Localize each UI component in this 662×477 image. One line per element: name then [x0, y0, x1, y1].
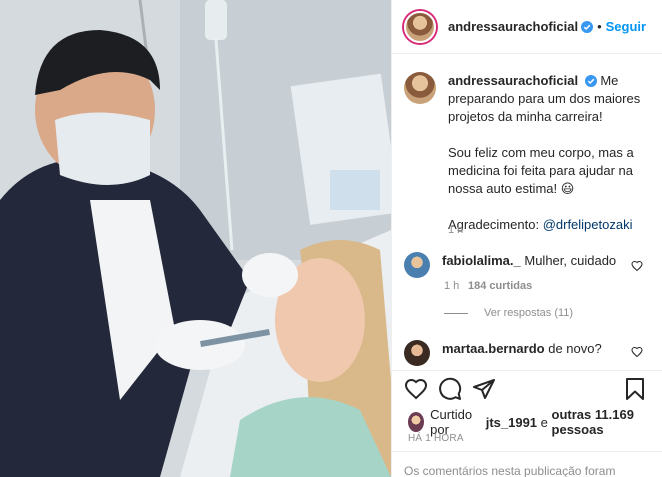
caption-avatar[interactable]	[404, 72, 436, 104]
likes-others[interactable]: outras 11.169 pessoas	[552, 407, 662, 437]
action-icons	[404, 377, 496, 401]
comment-username[interactable]: martaa.bernardo	[442, 341, 545, 356]
caption-emoji: 😃	[560, 181, 575, 196]
caption-row: andressaurachoficial Me preparando para …	[404, 72, 654, 234]
replies-divider	[444, 312, 468, 314]
comment-body: de novo?	[548, 341, 602, 356]
post-side-panel: andressaurachoficial • Seguir andressaur…	[391, 0, 662, 477]
save-button[interactable]	[623, 377, 647, 404]
header-separator: •	[597, 19, 602, 34]
comment-row: martaa.bernardo de novo?	[404, 340, 654, 366]
comment-row: fabiolalima._ Mulher, cuidado	[404, 252, 654, 278]
like-heart-icon[interactable]	[404, 377, 428, 401]
comment-body: Mulher, cuidado	[524, 253, 617, 268]
follow-button[interactable]: Seguir	[606, 19, 646, 34]
comment-text: martaa.bernardo de novo?	[442, 340, 602, 366]
comments-limited-notice: Os comentários nesta publicação foram li…	[392, 451, 662, 477]
post-actions: Curtido por jts_1991 e outras 11.169 pes…	[392, 370, 662, 477]
comment-like-heart-icon[interactable]	[631, 260, 643, 272]
post-photo[interactable]	[0, 0, 391, 477]
comment-time[interactable]: 1 h	[444, 280, 459, 292]
commenter-avatar[interactable]	[404, 340, 430, 366]
share-paper-plane-icon[interactable]	[472, 377, 496, 401]
caption-username[interactable]: andressaurachoficial	[448, 73, 578, 88]
post-timestamp[interactable]: HÁ 1 HORA	[408, 433, 464, 444]
verified-badge-icon	[581, 20, 594, 33]
post-header: andressaurachoficial • Seguir	[392, 0, 662, 54]
caption-line-2: Sou feliz com meu corpo, mas a medicina …	[448, 145, 634, 196]
comment-text: fabiolalima._ Mulher, cuidado	[442, 252, 616, 278]
post-photo-illustration	[0, 0, 391, 477]
comment-bubble-icon[interactable]	[438, 377, 462, 401]
thanks-mention-link[interactable]: @drfelipetozaki	[543, 217, 633, 232]
likes-user[interactable]: jts_1991	[486, 415, 537, 430]
comment-likes[interactable]: 184 curtidas	[468, 280, 532, 292]
author-avatar[interactable]	[404, 10, 436, 43]
view-replies-label: Ver respostas (11)	[484, 307, 574, 319]
caption-text: andressaurachoficial Me preparando para …	[448, 72, 654, 234]
post-modal: andressaurachoficial • Seguir andressaur…	[0, 0, 662, 477]
comment-username[interactable]: fabiolalima._	[442, 253, 521, 268]
bookmark-icon	[626, 378, 644, 400]
likes-middle: e	[540, 414, 548, 430]
view-replies-button[interactable]: Ver respostas (11)	[444, 307, 573, 319]
verified-badge-icon	[584, 75, 597, 87]
commenter-avatar[interactable]	[404, 252, 430, 278]
author-username[interactable]: andressaurachoficial	[448, 19, 578, 34]
caption-time[interactable]: 1 h	[448, 224, 463, 236]
comments-list[interactable]: andressaurachoficial Me preparando para …	[392, 54, 662, 370]
liker-avatar[interactable]	[408, 412, 425, 432]
comment-like-heart-icon[interactable]	[631, 346, 643, 358]
